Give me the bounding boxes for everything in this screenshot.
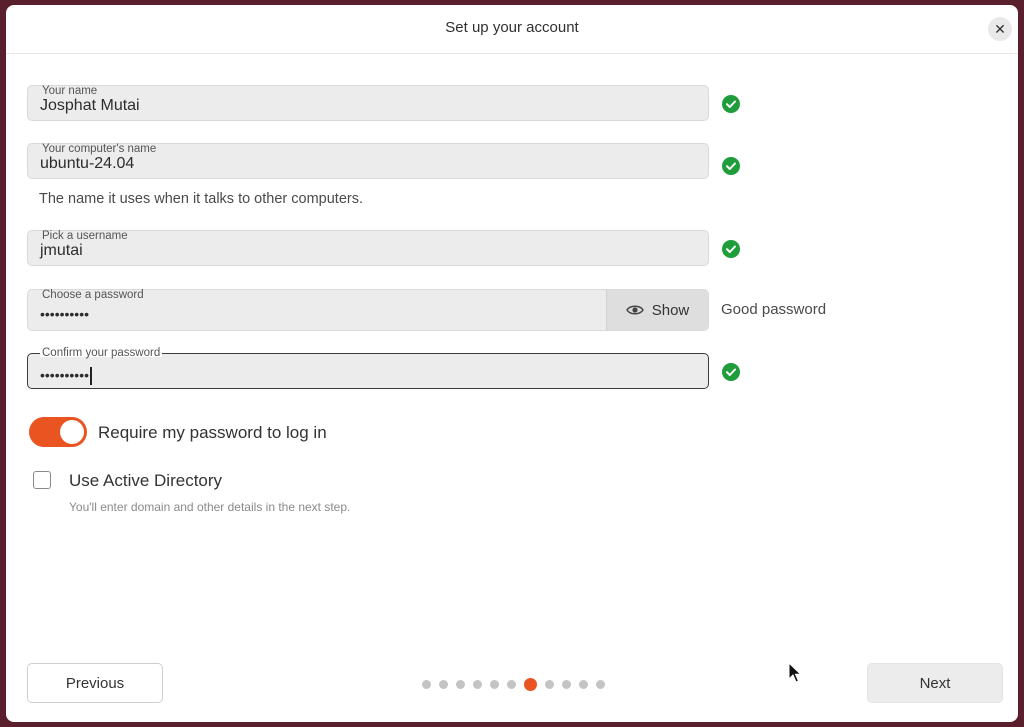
close-icon: ✕	[994, 21, 1006, 37]
username-field[interactable]: Pick a username jmutai	[27, 230, 709, 266]
confirm-password-label: Confirm your password	[40, 347, 163, 359]
password-strength: Good password	[721, 301, 827, 318]
name-field[interactable]: Your name Josphat Mutai	[27, 85, 709, 121]
setup-dialog: Set up your account ✕ Your name Josphat …	[6, 5, 1018, 722]
step-dot	[490, 679, 499, 689]
password-label: Choose a password	[42, 289, 144, 301]
step-dot	[422, 679, 431, 689]
step-dot	[456, 679, 465, 689]
require-password-toggle[interactable]	[29, 417, 87, 447]
previous-button[interactable]: Previous	[27, 663, 163, 703]
show-password-label: Show	[651, 301, 690, 319]
computer-name-value: ubuntu-24.04	[40, 155, 135, 172]
computer-name-label: Your computer's name	[42, 143, 157, 155]
password-field[interactable]: Choose a password •••••••••• Show	[27, 289, 709, 331]
step-progress	[422, 677, 605, 691]
mouse-cursor-icon	[788, 662, 802, 683]
confirm-password-field[interactable]: Confirm your password ••••••••••	[27, 347, 709, 389]
step-dot	[473, 679, 482, 689]
dialog-title: Set up your account	[445, 19, 579, 36]
step-dot	[545, 679, 554, 689]
active-directory-hint: You'll enter domain and other details in…	[69, 500, 351, 514]
name-valid-icon	[722, 95, 740, 113]
name-field-label: Your name	[42, 85, 98, 97]
password-value: ••••••••••	[40, 306, 90, 322]
active-directory-checkbox[interactable]	[33, 471, 51, 489]
computer-name-hint: The name it uses when it talks to other …	[39, 191, 363, 207]
computer-name-valid-icon	[722, 157, 740, 175]
require-password-label: Require my password to log in	[98, 423, 327, 442]
title-bar: Set up your account ✕	[6, 5, 1018, 54]
eye-icon	[625, 305, 644, 315]
username-label: Pick a username	[42, 230, 128, 242]
confirm-password-value: ••••••••••	[40, 367, 92, 386]
confirm-password-valid-icon	[722, 363, 740, 381]
computer-name-field[interactable]: Your computer's name ubuntu-24.04	[27, 143, 709, 179]
step-dot	[562, 679, 571, 689]
name-field-value: Josphat Mutai	[40, 97, 140, 114]
show-password-button[interactable]: Show	[606, 290, 708, 330]
active-directory-label[interactable]: Use Active Directory	[69, 471, 222, 491]
next-button[interactable]: Next	[867, 663, 1003, 703]
step-dot-active	[524, 677, 537, 691]
close-button[interactable]: ✕	[988, 17, 1012, 41]
step-dot	[507, 679, 516, 689]
step-dot	[579, 679, 588, 689]
username-valid-icon	[722, 240, 740, 258]
username-value: jmutai	[40, 242, 83, 259]
step-dot	[439, 679, 448, 689]
step-dot	[596, 679, 605, 689]
toggle-knob	[60, 420, 84, 444]
text-caret	[90, 367, 92, 386]
